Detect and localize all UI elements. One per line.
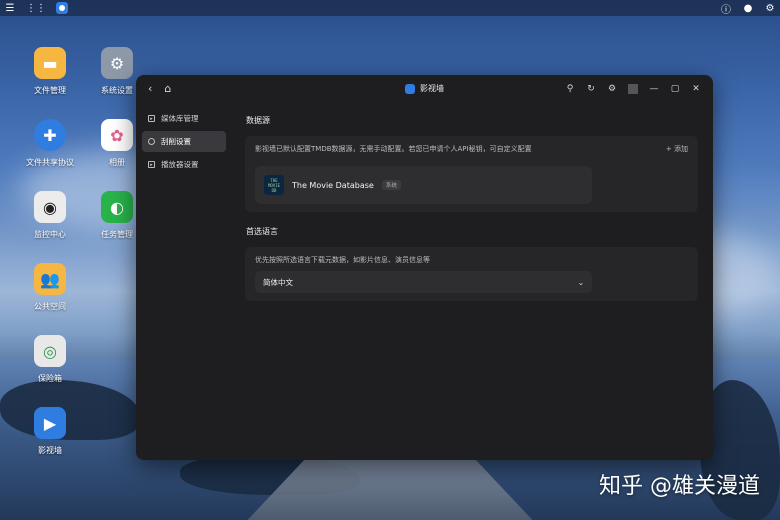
public-folder-icon: 👥 xyxy=(34,263,66,295)
data-source-name: The Movie Database xyxy=(292,180,374,190)
folder-icon: ▬ xyxy=(34,47,66,79)
video-wall-window: ‹ ⌂ 影视墙 ⚲ ↻ ⚙ — ▢ ✕ ▸ 媒体库管理 刮削设置 ▸ 播放器设置 xyxy=(136,75,713,460)
home-icon[interactable]: ⌂ xyxy=(164,82,171,95)
maximize-icon[interactable]: ▢ xyxy=(670,84,680,94)
gear-icon[interactable]: ⚙ xyxy=(607,84,617,94)
minimize-icon[interactable]: — xyxy=(649,84,659,94)
desktop-icon-video-wall[interactable]: ▶ 影视墙 xyxy=(20,407,80,456)
task-icon: ◐ xyxy=(101,191,133,223)
sidebar: ▸ 媒体库管理 刮削设置 ▸ 播放器设置 xyxy=(142,108,226,177)
desktop-icon-public-space[interactable]: 👥 公共空间 xyxy=(20,263,80,312)
gear-icon: ⚙ xyxy=(101,47,133,79)
desktop-icon-file-manager[interactable]: ▬ 文件管理 xyxy=(20,47,80,96)
language-selected-value: 简体中文 xyxy=(263,277,293,287)
video-wall-icon xyxy=(405,83,415,94)
language-panel: 优先按照所选语言下载元数据，如影片信息、演员信息等 简体中文 ⌄ xyxy=(245,247,698,301)
back-icon[interactable]: ‹ xyxy=(148,82,152,95)
language-select[interactable]: 简体中文 ⌄ xyxy=(255,271,592,293)
window-titlebar[interactable]: ‹ ⌂ 影视墙 ⚲ ↻ ⚙ — ▢ ✕ xyxy=(136,75,713,102)
app-grid-icon[interactable]: ⋮⋮ xyxy=(26,2,46,14)
safe-icon: ◎ xyxy=(34,335,66,367)
data-source-card[interactable]: THE MOVIE DB The Movie Database 系统 xyxy=(255,166,592,204)
scrape-settings-icon xyxy=(148,138,155,145)
data-source-panel: 影视墙已默认配置TMDB数据源，无需手动配置。若您已申请个人API秘钥，可自定义… xyxy=(245,136,698,212)
taskbar: ☰ ⋮⋮ ⓘ ● ⚙ xyxy=(0,0,780,16)
info-icon[interactable]: ⓘ xyxy=(720,2,732,16)
library-icon: ▸ xyxy=(148,115,155,122)
sidebar-item-library[interactable]: ▸ 媒体库管理 xyxy=(142,108,226,129)
chevron-down-icon: ⌄ xyxy=(577,277,584,287)
player-icon: ▸ xyxy=(148,161,155,168)
sidebar-item-player[interactable]: ▸ 播放器设置 xyxy=(142,154,226,175)
watermark: 知乎 @雄关漫道 xyxy=(599,474,760,499)
main-content: 数据源 影视墙已默认配置TMDB数据源，无需手动配置。若您已申请个人API秘钥，… xyxy=(245,115,701,315)
video-wall-icon: ▶ xyxy=(34,407,66,439)
refresh-icon[interactable]: ↻ xyxy=(586,84,596,94)
sidebar-item-scrape-settings[interactable]: 刮削设置 xyxy=(142,131,226,152)
desktop-icon-file-sharing[interactable]: ✚ 文件共享协议 xyxy=(20,119,80,168)
photos-icon: ✿ xyxy=(101,119,133,151)
language-title: 首选语言 xyxy=(246,227,278,236)
data-source-title: 数据源 xyxy=(246,116,270,125)
divider xyxy=(628,83,638,94)
window-title: 影视墙 xyxy=(420,84,444,93)
camera-icon: ◉ xyxy=(34,191,66,223)
video-wall-icon[interactable] xyxy=(56,2,68,14)
tmdb-logo: THE MOVIE DB xyxy=(264,175,284,195)
share-icon: ✚ xyxy=(34,119,66,151)
search-icon[interactable]: ⚲ xyxy=(565,84,575,94)
settings-icon[interactable]: ⚙ xyxy=(764,2,776,14)
system-badge: 系统 xyxy=(381,180,401,190)
language-description: 优先按照所选语言下载元数据，如影片信息、演员信息等 xyxy=(255,256,430,264)
desktop-icon-monitoring[interactable]: ◉ 监控中心 xyxy=(20,191,80,240)
add-source-button[interactable]: + 添加 xyxy=(666,144,688,154)
data-source-description: 影视墙已默认配置TMDB数据源，无需手动配置。若您已申请个人API秘钥，可自定义… xyxy=(255,145,532,153)
user-icon[interactable]: ● xyxy=(742,2,754,14)
menu-icon[interactable]: ☰ xyxy=(4,2,16,14)
desktop-icon-safe[interactable]: ◎ 保险箱 xyxy=(20,335,80,384)
close-icon[interactable]: ✕ xyxy=(691,84,701,94)
